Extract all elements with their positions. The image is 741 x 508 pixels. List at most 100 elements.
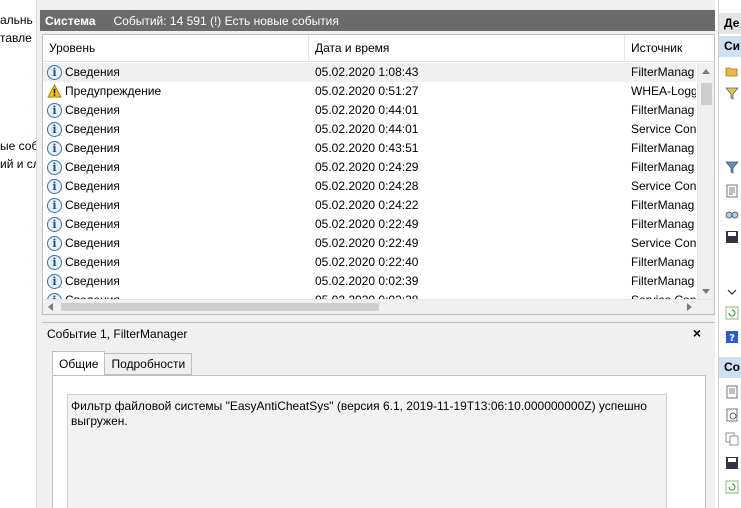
tree-item-label[interactable]: тавле [0, 31, 32, 45]
event-row[interactable]: i Сведения 05.02.2020 0:24:28 Service Con [43, 177, 696, 196]
info-icon: i [47, 236, 62, 251]
scroll-left-icon[interactable] [48, 303, 53, 311]
event-level-label: Сведения [65, 198, 120, 212]
event-level-cell: iСведения [47, 272, 309, 291]
event-source-cell: FilterManag [631, 65, 695, 79]
svg-text:?: ? [729, 333, 735, 344]
event-level-cell: iСведения [47, 234, 309, 253]
event-source-cell: FilterManag [631, 141, 695, 155]
info-icon: i [47, 198, 62, 213]
scroll-right-icon[interactable] [687, 303, 692, 311]
event-count: Событий: 14 591 (!) Есть новые события [113, 13, 339, 28]
event-datetime-cell: 05.02.2020 0:02:39 [315, 274, 419, 288]
save-icon[interactable] [725, 230, 739, 244]
tab-details[interactable]: Подробности [104, 353, 193, 375]
scroll-up-icon[interactable] [702, 69, 710, 74]
event-level-label: Сведения [65, 141, 120, 155]
event-source-cell: FilterManag [631, 217, 695, 231]
copy-icon[interactable] [725, 432, 739, 446]
event-datetime-cell: 05.02.2020 0:43:51 [315, 141, 419, 155]
event-rows: i Сведения 05.02.2020 1:08:43 FilterManag Пр… [43, 63, 696, 300]
event-description[interactable]: Фильтр файловой системы "EasyAntiCheatSy… [67, 394, 667, 508]
event-source-cell: FilterManag [631, 160, 695, 174]
filter-log-icon[interactable] [725, 160, 739, 174]
event-row[interactable]: Предупреждение 05.02.2020 0:51:27 WHEA-Log… [43, 82, 696, 101]
properties-icon[interactable] [725, 184, 739, 198]
event-level-cell: iСведения [47, 158, 309, 177]
vertical-scrollbar[interactable] [697, 63, 714, 300]
detail-tabs: Общие Подробности [52, 351, 193, 375]
event-row[interactable]: i Сведения 05.02.2020 0:44:01 FilterManag [43, 101, 696, 120]
event-level-cell: iСведения [47, 139, 309, 158]
filter-icon[interactable] [725, 86, 739, 100]
event-datetime-cell: 05.02.2020 0:22:49 [315, 236, 419, 250]
event-datetime-cell: 05.02.2020 1:08:43 [315, 65, 419, 79]
column-header-level[interactable]: Уровень [43, 35, 309, 62]
help-icon[interactable]: ? [725, 330, 739, 344]
log-header-bar: Система Событий: 14 591 (!) Есть новые с… [40, 10, 715, 31]
chevron-down-icon[interactable] [725, 285, 739, 299]
event-row[interactable]: i Сведения 05.02.2020 1:08:43 FilterManag [43, 63, 696, 82]
event-level-label: Сведения [65, 274, 120, 288]
general-tab-panel: Фильтр файловой системы "EasyAntiCheatSy… [52, 375, 706, 508]
event-row[interactable]: i Сведения 05.02.2020 0:22:49 Service Con [43, 234, 696, 253]
actions-section-event[interactable]: Со [719, 357, 741, 378]
tree-item-label[interactable]: ые соб [0, 139, 36, 153]
column-header-datetime[interactable]: Дата и время [309, 35, 625, 62]
tree-item-label[interactable]: альнь [0, 13, 33, 27]
actions-pane: Де Си ? Со [718, 0, 741, 508]
event-source-cell: FilterManag [631, 103, 695, 117]
event-row[interactable]: i Сведения 05.02.2020 0:24:22 FilterManag [43, 196, 696, 215]
attach-task-icon[interactable] [725, 408, 739, 422]
event-datetime-cell: 05.02.2020 0:22:49 [315, 217, 419, 231]
event-row[interactable]: i Сведения 05.02.2020 0:22:40 FilterManag [43, 253, 696, 272]
tree-item-label[interactable]: ий и сл [0, 157, 36, 171]
tab-general[interactable]: Общие [52, 351, 106, 375]
event-row[interactable]: i Сведения 05.02.2020 0:24:29 FilterManag [43, 158, 696, 177]
event-datetime-cell: 05.02.2020 0:24:22 [315, 198, 419, 212]
horizontal-scrollbar[interactable] [43, 299, 714, 314]
scroll-thumb[interactable] [701, 83, 712, 105]
open-folder-icon[interactable] [725, 64, 739, 78]
event-datetime-cell: 05.02.2020 0:22:40 [315, 255, 419, 269]
refresh-event-icon[interactable] [725, 480, 739, 494]
event-center-pane: Система Событий: 14 591 (!) Есть новые с… [40, 0, 715, 508]
event-source-cell: FilterManag [631, 255, 695, 269]
event-source-cell: FilterManag [631, 274, 695, 288]
info-icon: i [47, 255, 62, 270]
actions-header: Де [719, 13, 741, 34]
event-level-cell: iСведения [47, 120, 309, 139]
event-row[interactable]: i Сведения 05.02.2020 0:22:49 FilterManag [43, 215, 696, 234]
save-selected-icon[interactable] [725, 456, 739, 470]
event-row[interactable]: i Сведения 05.02.2020 0:44:01 Service Con [43, 120, 696, 139]
info-icon: i [47, 217, 62, 232]
event-level-label: Сведения [65, 103, 120, 117]
event-level-label: Сведения [65, 160, 120, 174]
actions-section-log[interactable]: Си [719, 36, 741, 57]
info-icon: i [47, 274, 62, 289]
event-level-cell: iСведения [47, 177, 309, 196]
event-level-label: Сведения [65, 122, 120, 136]
column-headers: Уровень Дата и время Источник [43, 35, 714, 62]
event-level-label: Сведения [65, 179, 120, 193]
event-source-cell: WHEA-Logg [631, 84, 696, 98]
event-detail-pane: Событие 1, FilterManager × Общие Подробн… [42, 322, 715, 508]
column-header-source[interactable]: Источник [625, 35, 714, 62]
scroll-thumb-horizontal[interactable] [61, 303, 379, 311]
event-properties-icon[interactable] [725, 385, 739, 399]
event-row[interactable]: i Сведения 05.02.2020 0:43:51 FilterManag [43, 139, 696, 158]
close-icon[interactable]: × [693, 325, 701, 341]
event-level-cell: iСведения [47, 63, 309, 82]
scroll-down-icon[interactable] [702, 289, 710, 294]
log-title: Система [45, 13, 96, 28]
refresh-icon[interactable] [725, 306, 739, 320]
event-level-label: Сведения [65, 255, 120, 269]
event-row[interactable]: i Сведения 05.02.2020 0:02:39 FilterManag [43, 272, 696, 291]
info-icon: i [47, 122, 62, 137]
info-icon: i [47, 103, 62, 118]
find-icon[interactable] [725, 207, 739, 221]
event-level-cell: Предупреждение [47, 82, 309, 101]
info-icon: i [47, 65, 62, 80]
event-source-cell: Service Con [631, 236, 696, 250]
warning-icon [47, 84, 62, 98]
